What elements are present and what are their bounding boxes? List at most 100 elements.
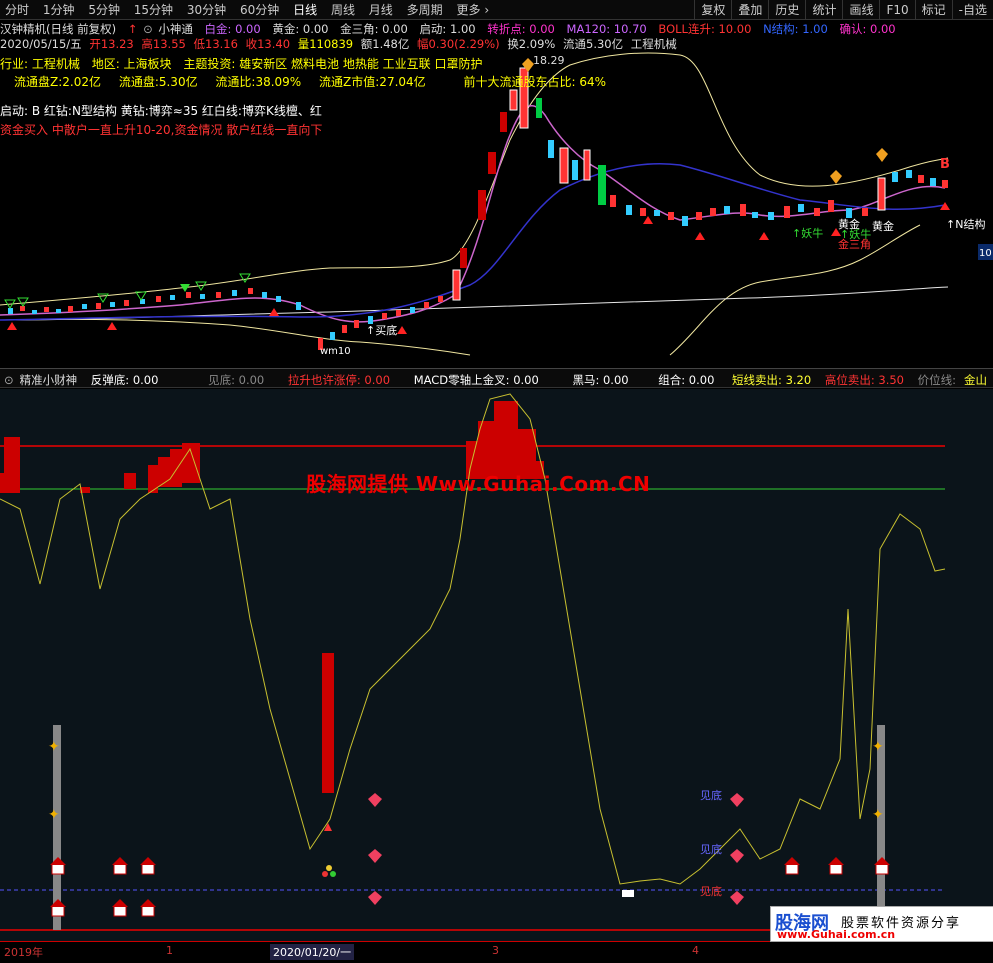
info-float-shares: 流通盘:5.30亿	[118, 75, 198, 89]
tab-weekly[interactable]: 周线	[326, 0, 360, 19]
jinsanjiao-value: 金三角: 0.00	[340, 22, 408, 36]
info-fund-flow: 资金买入 中散户一直上升10-20,资金情况 散户红线一直向下	[0, 123, 323, 137]
watermark-text: 股海网提供 Www.Guhai.Com.CN	[306, 472, 651, 496]
header-line-4: 流通盘Z:2.02亿 流通盘:5.30亿 流通比:38.09% 流通Z市值:27…	[14, 75, 993, 89]
quote-low: 低13.16	[193, 37, 238, 51]
indicator-title[interactable]: 精准小财神	[16, 369, 84, 387]
button-fuquan[interactable]: 复权	[694, 0, 731, 19]
jiandi-label-1: 见底	[700, 788, 722, 802]
quote-date: 2020/05/15/五	[0, 37, 82, 51]
right-value: 10	[979, 248, 992, 259]
date-label-4: 4	[692, 944, 699, 957]
white-marker	[622, 890, 634, 897]
ind-zuhe: 组合: 0.00	[658, 373, 715, 387]
guhai-logo: 股海网 股票软件资源分享 www.Guhai.com.cn	[770, 906, 993, 942]
buy-bottom-label: ↑买底	[366, 323, 397, 337]
quote-volume: 量110839	[297, 37, 354, 51]
button-f10[interactable]: F10	[879, 0, 914, 19]
ind-heima: 黑马: 0.00	[572, 373, 629, 387]
svg-text:✦: ✦	[48, 739, 60, 755]
ma120-value: MA120: 10.70	[566, 22, 647, 36]
svg-text:✦: ✦	[872, 807, 884, 823]
chevron-right-icon: ›	[484, 3, 490, 17]
date-label-3: 3	[492, 944, 499, 957]
tab-daily[interactable]: 日线	[288, 0, 322, 19]
quote-amount: 额1.48亿	[360, 37, 410, 51]
logo-url: www.Guhai.com.cn	[777, 928, 896, 941]
tab-more[interactable]: 更多 ›	[451, 0, 494, 19]
ind-macd: MACD零轴上金叉: 0.00	[413, 373, 539, 387]
quote-close: 收13.40	[245, 37, 291, 51]
n-struct-value: N结构: 1.00	[763, 22, 828, 36]
huang-jin-label-1: 黄金	[838, 217, 860, 231]
up-arrow-icon: ↑	[127, 22, 138, 36]
buy-arrows	[7, 202, 950, 334]
date-label-cursor: 2020/01/20/一	[270, 944, 355, 960]
toolbar-right: 复权 叠加 历史 统计 画线 F10 标记 -自选	[694, 0, 993, 19]
quote-open: 开13.23	[89, 37, 134, 51]
tab-multi-period[interactable]: 多周期	[402, 0, 448, 19]
stock-title[interactable]: 汉钟精机(日线 前复权)	[0, 22, 116, 36]
header-line-2: 2020/05/15/五 开13.23 高13.55 低13.16 收13.40…	[0, 37, 993, 51]
boll-value: BOLL连升: 10.00	[658, 22, 752, 36]
quote-amplitude: 幅0.30(2.29%)	[417, 37, 500, 51]
header-line-3: 行业: 工程机械 地区: 上海板块 主题投资: 雄安新区 燃料电池 地热能 工业…	[0, 57, 993, 71]
tab-60min[interactable]: 60分钟	[235, 0, 284, 19]
info-top10: 前十大流通股东占比: 64%	[463, 75, 607, 89]
ma-blue	[0, 162, 946, 321]
button-huaxian[interactable]: 画线	[842, 0, 879, 19]
tab-15min[interactable]: 15分钟	[129, 0, 178, 19]
ind-lasheng: 拉升也许涨停: 0.00	[287, 373, 391, 387]
queren-value: 确认: 0.00	[839, 22, 896, 36]
ind-gaowei: 高位卖出: 3.50	[824, 373, 904, 387]
ind-jiandi: 见底: 0.00	[208, 373, 265, 387]
huangjin-value: 黄金: 0.00	[272, 22, 329, 36]
header-line-5: 启动: B 红钻:N型结构 黄钻:博弈≈35 红白线:博弈K线檀、红	[0, 104, 993, 118]
tab-monthly[interactable]: 月线	[364, 0, 398, 19]
indicator-name[interactable]: 小神通	[158, 22, 193, 36]
min-label: wm10	[320, 346, 351, 357]
yao-niu-label-1: ↑妖牛	[792, 226, 823, 240]
button-zixuan[interactable]: -自选	[951, 0, 993, 19]
header-line-6: 资金买入 中散户一直上升10-20,资金情况 散户红线一直向下	[0, 123, 993, 137]
baijin-value: 白金: 0.00	[204, 22, 261, 36]
button-biaoji[interactable]: 标记	[914, 0, 952, 19]
jin-san-jiao-label: 金三角	[838, 237, 871, 251]
boll-upper	[0, 52, 949, 306]
quote-industry: 工程机械	[630, 37, 677, 51]
qidong-value: 启动: 1.00	[419, 22, 476, 36]
info-float-zmv: 流通Z市值:27.04亿	[319, 75, 426, 89]
button-diejia[interactable]: 叠加	[731, 0, 768, 19]
b-mark: B	[940, 157, 950, 172]
n-struct-label: ↑N结构	[946, 217, 985, 231]
chevron-down-icon[interactable]: ⊙	[143, 22, 153, 36]
tab-more-label: 更多	[456, 3, 481, 17]
info-float-ratio: 流通比:38.09%	[215, 75, 302, 89]
period-toolbar: 分时 1分钟 5分钟 15分钟 30分钟 60分钟 日线 周线 月线 多周期 更…	[0, 0, 993, 20]
ind-duanxian: 短线卖出: 3.20	[732, 373, 812, 387]
indicator-chevron-icon[interactable]: ⊙	[0, 370, 16, 387]
boll-lower	[0, 318, 471, 356]
tab-5min[interactable]: 5分钟	[83, 0, 125, 19]
quote-float: 流通5.30亿	[563, 37, 624, 51]
kline-chart[interactable]: 18.29 ↑买底 ↑妖牛 ↑妖牛 黄金 黄金 金三角 ↑N结构 B wm10 …	[0, 20, 993, 368]
info-industry: 行业: 工程机械	[0, 57, 80, 71]
info-themes: 主题投资: 雄安新区 燃料电池 地热能 工业互联 口罩防护	[183, 57, 483, 71]
tab-fenshi[interactable]: 分时	[0, 0, 34, 19]
ind-fantandi: 反弹底: 0.00	[90, 373, 159, 387]
info-float-z: 流通盘Z:2.02亿	[14, 75, 101, 89]
ind-jinshan: 金山	[960, 369, 993, 387]
tab-30min[interactable]: 30分钟	[182, 0, 231, 19]
info-region: 地区: 上海板块	[91, 57, 172, 71]
tab-1min[interactable]: 1分钟	[38, 0, 80, 19]
svg-text:✦: ✦	[48, 807, 60, 823]
info-signals: 启动: B 红钻:N型结构 黄钻:博弈≈35 红白线:博弈K线檀、红	[0, 104, 322, 118]
ma-purple	[0, 105, 946, 323]
huang-jin-label-2: 黄金	[872, 219, 894, 233]
jiandi-label-3: 见底	[700, 884, 722, 898]
button-tongji[interactable]: 统计	[805, 0, 842, 19]
button-lishi[interactable]: 历史	[768, 0, 805, 19]
header-line-1: 汉钟精机(日线 前复权) ↑ ⊙ 小神通 白金: 0.00 黄金: 0.00 金…	[0, 22, 993, 36]
jiandi-label-2: 见底	[700, 842, 722, 856]
indicator-header: ⊙ 精准小财神 反弹底: 0.00 见底: 0.00 拉升也许涨停: 0.00 M…	[0, 368, 993, 388]
